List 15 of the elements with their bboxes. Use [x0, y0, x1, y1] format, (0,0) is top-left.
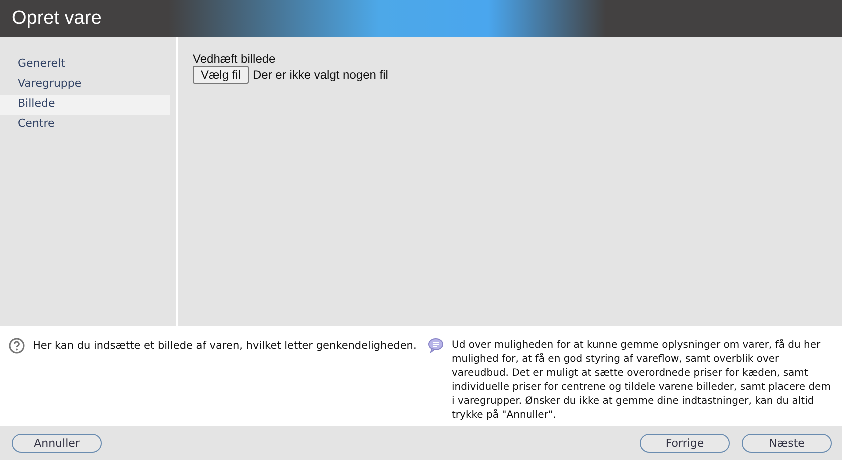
- info-text: Ud over muligheden for at kunne gemme oplysninger om varer, få du her mulighed for, at få en god styring af vareflow, samt overblik over vareudbud. Det er muligt at sætte overordnede priser for kæden, samt individuelle priser for centrene og tildele varene billeder, samt placere dem i varegrupper. Ønsker du ikke at gemme dine indtastninger, kan du altid trykke på "Annuller".: [452, 339, 832, 423]
- file-status: Der er ikke valgt nogen fil: [253, 68, 388, 82]
- next-button[interactable]: Næste: [742, 434, 832, 452]
- cancel-button[interactable]: Annuller: [12, 434, 102, 452]
- help-icon: [9, 338, 25, 354]
- field-label: Vedhæft billede: [193, 52, 276, 66]
- sidebar-item[interactable]: Generelt: [0, 55, 170, 75]
- window-title: Opret vare: [12, 8, 102, 30]
- choose-file-button[interactable]: Vælg fil: [193, 66, 250, 84]
- speech-bubble-icon: [428, 338, 444, 353]
- sidebar-item[interactable]: Varegruppe: [0, 75, 170, 95]
- sidebar-item[interactable]: Billede: [0, 95, 170, 115]
- sidebar-item[interactable]: Centre: [0, 115, 170, 135]
- previous-button[interactable]: Forrige: [640, 434, 730, 452]
- help-text: Her kan du indsætte et billede af varen, hvilket letter genkendeligheden.: [33, 339, 417, 353]
